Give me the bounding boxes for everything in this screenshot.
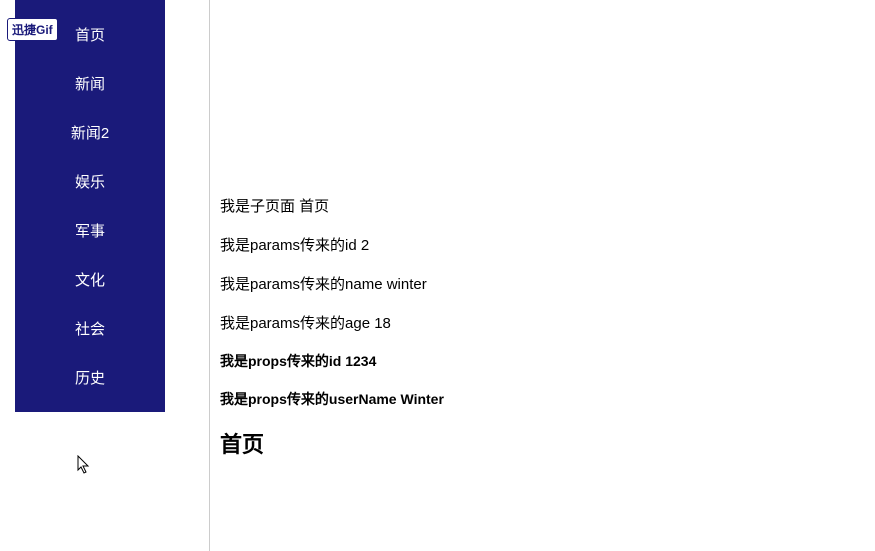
- sidebar-item-culture[interactable]: 文化: [15, 255, 165, 304]
- page-heading: 首页: [220, 427, 865, 459]
- sidebar-item-society[interactable]: 社会: [15, 304, 165, 353]
- sidebar-item-label: 新闻: [75, 76, 105, 93]
- sidebar-nav: 首页 新闻 新闻2 娱乐 军事 文化 社会 历史: [15, 0, 165, 412]
- sidebar-item-history[interactable]: 历史: [15, 353, 165, 402]
- sidebar-item-label: 历史: [75, 370, 105, 387]
- sidebar-item-label: 文化: [75, 272, 105, 289]
- sidebar-item-label: 社会: [75, 321, 105, 338]
- subpage-title-line: 我是子页面 首页: [220, 195, 865, 216]
- mouse-cursor-icon: [77, 455, 91, 475]
- props-username-line: 我是props传来的userName Winter: [220, 389, 865, 409]
- sidebar-item-label: 军事: [75, 223, 105, 240]
- watermark-label: 迅捷Gif: [12, 23, 53, 37]
- sidebar-item-label: 新闻2: [71, 125, 109, 142]
- main-content: 我是子页面 首页 我是params传来的id 2 我是params传来的name…: [210, 0, 875, 551]
- sidebar-item-label: 首页: [75, 27, 105, 44]
- sidebar-item-label: 娱乐: [75, 174, 105, 191]
- params-name-line: 我是params传来的name winter: [220, 273, 865, 294]
- sidebar-item-news2[interactable]: 新闻2: [15, 108, 165, 157]
- watermark-badge: 迅捷Gif: [7, 18, 58, 41]
- params-id-line: 我是params传来的id 2: [220, 234, 865, 255]
- params-age-line: 我是params传来的age 18: [220, 312, 865, 333]
- props-id-line: 我是props传来的id 1234: [220, 351, 865, 371]
- sidebar-item-entertainment[interactable]: 娱乐: [15, 157, 165, 206]
- app-container: 首页 新闻 新闻2 娱乐 军事 文化 社会 历史: [0, 0, 875, 551]
- sidebar-item-military[interactable]: 军事: [15, 206, 165, 255]
- sidebar-wrapper: 首页 新闻 新闻2 娱乐 军事 文化 社会 历史: [0, 0, 210, 551]
- sidebar-item-news[interactable]: 新闻: [15, 59, 165, 108]
